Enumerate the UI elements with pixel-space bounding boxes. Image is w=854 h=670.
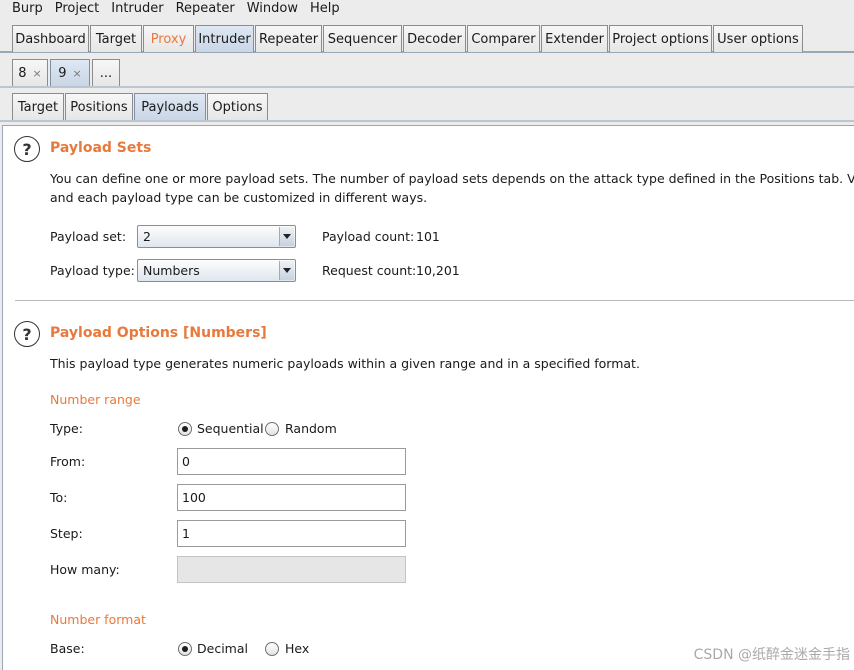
- request-count-label: Request count:: [322, 263, 417, 278]
- tab-dashboard[interactable]: Dashboard: [12, 25, 89, 52]
- payload-sets-title: Payload Sets: [50, 140, 152, 156]
- hex-label[interactable]: Hex: [285, 641, 309, 656]
- dropdown-arrow-icon: [279, 261, 294, 280]
- to-input[interactable]: 100: [177, 484, 406, 511]
- tab-comparer[interactable]: Comparer: [467, 25, 540, 52]
- menu-burp[interactable]: Burp: [0, 1, 47, 17]
- intruder-sub-tabs: Target Positions Payloads Options: [0, 93, 854, 121]
- tab-target[interactable]: Target: [90, 25, 142, 52]
- sequential-label[interactable]: Sequential: [197, 421, 264, 436]
- instance-tab-label: 9: [58, 65, 67, 81]
- payload-options-desc: This payload type generates numeric payl…: [50, 356, 640, 371]
- menu-intruder[interactable]: Intruder: [103, 1, 167, 17]
- payload-sets-desc-2: and each payload type can be customized …: [50, 190, 428, 205]
- payload-type-select[interactable]: Numbers: [137, 259, 296, 282]
- tab-repeater[interactable]: Repeater: [255, 25, 322, 52]
- sequential-radio[interactable]: [178, 422, 192, 436]
- request-count-value: 10,201: [416, 263, 460, 278]
- close-icon[interactable]: ×: [33, 67, 42, 80]
- to-label: To:: [50, 490, 68, 505]
- decimal-radio[interactable]: [178, 642, 192, 656]
- section-divider: [15, 300, 854, 301]
- tab-proxy[interactable]: Proxy: [143, 25, 194, 52]
- number-format-heading: Number format: [50, 612, 146, 627]
- random-label[interactable]: Random: [285, 421, 337, 436]
- tab-separator: [0, 86, 854, 88]
- tab-project-options[interactable]: Project options: [609, 25, 712, 52]
- new-instance-tab[interactable]: ...: [92, 59, 120, 86]
- step-input[interactable]: 1: [177, 520, 406, 547]
- payloads-panel: ? Payload Sets You can define one or mor…: [2, 125, 854, 670]
- watermark: CSDN @纸醉金迷金手指: [693, 647, 850, 663]
- subtab-payloads[interactable]: Payloads: [134, 93, 206, 120]
- tab-extender[interactable]: Extender: [541, 25, 608, 52]
- hex-radio[interactable]: [265, 642, 279, 656]
- help-icon[interactable]: ?: [14, 136, 40, 162]
- payload-set-select[interactable]: 2: [137, 225, 296, 248]
- payload-options-title: Payload Options [Numbers]: [50, 325, 267, 341]
- payload-count-label: Payload count:: [322, 229, 415, 244]
- type-label: Type:: [50, 421, 83, 436]
- subtab-positions[interactable]: Positions: [65, 93, 133, 120]
- menu-bar: Burp Project Intruder Repeater Window He…: [0, 0, 854, 18]
- help-icon[interactable]: ?: [14, 321, 40, 347]
- payload-type-label: Payload type:: [50, 263, 135, 278]
- step-label: Step:: [50, 526, 83, 541]
- menu-window[interactable]: Window: [239, 1, 302, 17]
- payload-set-value: 2: [143, 229, 151, 244]
- how-many-input: [177, 556, 406, 583]
- payload-type-value: Numbers: [143, 263, 200, 278]
- instance-tab-9[interactable]: 9 ×: [50, 59, 90, 86]
- instance-tab-8[interactable]: 8 ×: [12, 59, 48, 86]
- subtab-separator: [0, 120, 854, 122]
- menu-project[interactable]: Project: [47, 1, 103, 17]
- menu-repeater[interactable]: Repeater: [168, 1, 239, 17]
- payload-set-label: Payload set:: [50, 229, 127, 244]
- base-label: Base:: [50, 641, 85, 656]
- tab-decoder[interactable]: Decoder: [403, 25, 466, 52]
- payload-count-value: 101: [416, 229, 440, 244]
- payload-sets-desc: You can define one or more payload sets.…: [50, 171, 854, 186]
- how-many-label: How many:: [50, 562, 120, 577]
- tab-intruder[interactable]: Intruder: [195, 25, 254, 52]
- tab-sequencer[interactable]: Sequencer: [323, 25, 402, 52]
- menu-help[interactable]: Help: [302, 1, 344, 17]
- instance-tab-label: 8: [18, 65, 27, 81]
- decimal-label[interactable]: Decimal: [197, 641, 248, 656]
- random-radio[interactable]: [265, 422, 279, 436]
- attack-instance-tabs: 8 × 9 × ...: [0, 59, 854, 87]
- main-tab-bar: Dashboard Target Proxy Intruder Repeater…: [0, 25, 854, 53]
- close-icon[interactable]: ×: [73, 67, 82, 80]
- subtab-target[interactable]: Target: [12, 93, 64, 120]
- tab-user-options[interactable]: User options: [713, 25, 803, 52]
- number-range-heading: Number range: [50, 392, 141, 407]
- from-input[interactable]: 0: [177, 448, 406, 475]
- from-label: From:: [50, 454, 86, 469]
- dropdown-arrow-icon: [279, 227, 294, 246]
- subtab-options[interactable]: Options: [207, 93, 268, 120]
